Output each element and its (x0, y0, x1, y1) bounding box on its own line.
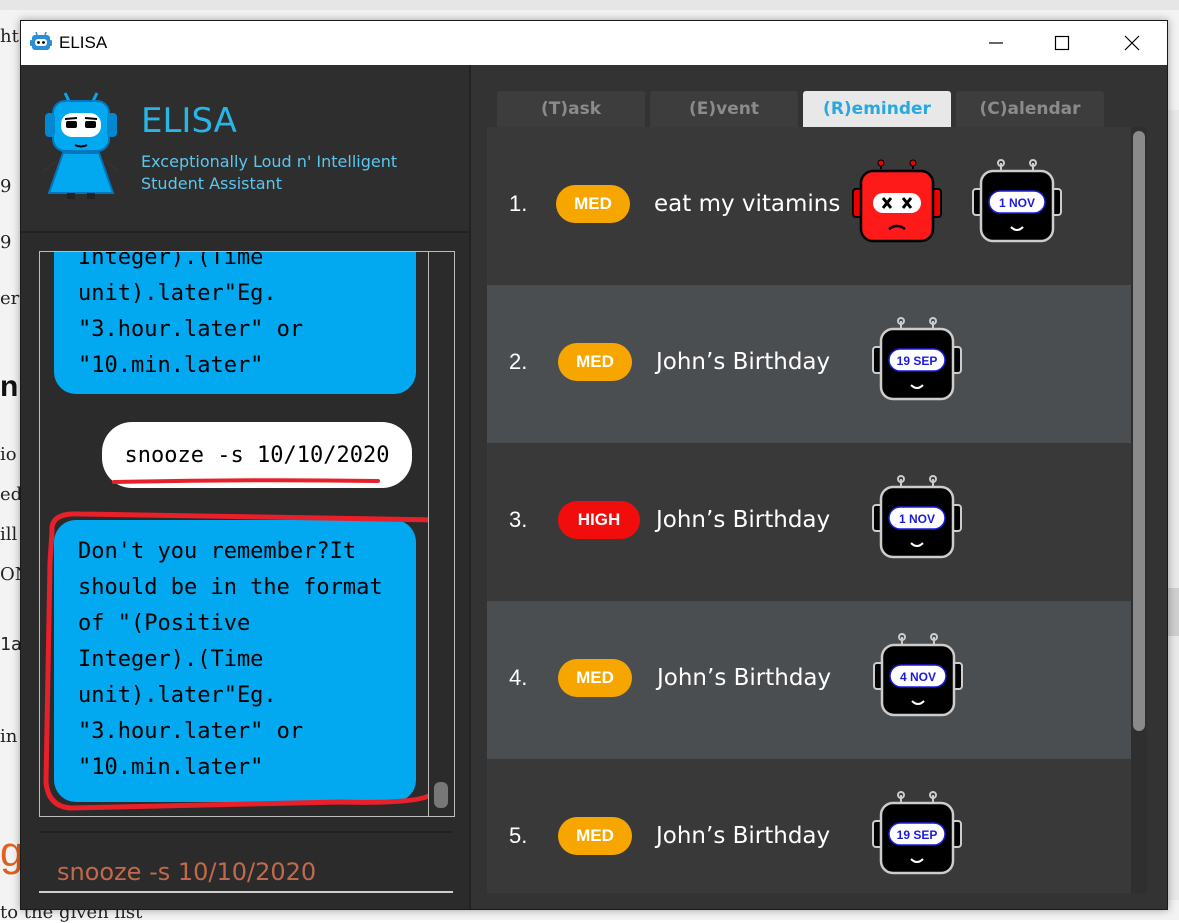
maximize-button[interactable] (1027, 21, 1097, 65)
background-text: er (0, 288, 20, 309)
minimize-button[interactable] (961, 21, 1031, 65)
item-description: John’s Birthday (656, 349, 831, 375)
item-description: John’s Birthday (656, 823, 831, 849)
background-text: ill (0, 524, 18, 545)
background-text: 9 (0, 176, 12, 197)
reminder-list[interactable]: 1. MED eat my vitamins 1 NOV 2. MED John… (487, 127, 1147, 893)
date-robot-icon: 4 NOV (873, 633, 963, 717)
list-item[interactable]: 1. MED eat my vitamins 1 NOV (487, 127, 1131, 285)
app-tagline: Exceptionally Loud n' Intelligent Studen… (141, 151, 397, 195)
item-index: 3. (509, 507, 528, 532)
tab-task[interactable]: (T)ask (497, 91, 645, 127)
item-index: 1. (509, 191, 528, 216)
divider (39, 831, 453, 833)
background-text: io (0, 444, 17, 465)
list-item[interactable]: 2. MED John’s Birthday 19 SEP (487, 285, 1131, 443)
robot-date-label: 1 NOV (999, 196, 1035, 210)
priority-badge: MED (558, 343, 632, 381)
chat-panel: ELISA Exceptionally Loud n' Intelligent … (21, 65, 471, 909)
background-tabstrip (0, 0, 1179, 10)
list-item[interactable]: 4. MED John’s Birthday 4 NOV (487, 601, 1131, 759)
background-text: in (0, 726, 18, 747)
chat-history[interactable]: Integer).(Time unit).later"Eg. "3.hour.l… (39, 251, 455, 817)
priority-badge: HIGH (558, 501, 640, 539)
date-robot-icon: 1 NOV (872, 475, 962, 559)
item-description: John’s Birthday (656, 507, 831, 533)
background-text: ed (0, 484, 20, 505)
tab-event[interactable]: (E)vent (650, 91, 798, 127)
priority-badge: MED (558, 817, 632, 855)
item-index: 2. (509, 349, 528, 374)
item-index: 4. (509, 665, 528, 690)
window-content: ELISA Exceptionally Loud n' Intelligent … (21, 65, 1167, 909)
robot-date-label: 19 SEP (897, 828, 938, 842)
priority-badge: MED (556, 185, 630, 223)
tab-calendar[interactable]: (C)alendar (956, 91, 1104, 127)
app-name: ELISA (141, 101, 237, 141)
list-panel: (T)ask (E)vent (R)eminder (C)alendar 1. … (471, 65, 1167, 909)
scrollbar-thumb[interactable] (1133, 131, 1145, 731)
window-title: ELISA (59, 33, 108, 52)
tagline-line: Exceptionally Loud n' Intelligent (141, 152, 398, 171)
annotation-highlight-box (43, 511, 445, 811)
title-bar[interactable]: ELISA (21, 21, 1167, 65)
tagline-line: Student Assistant (141, 174, 282, 193)
background-text: 1a (0, 634, 20, 655)
date-robot-icon: 19 SEP (872, 317, 962, 401)
robot-app-icon (30, 31, 52, 50)
robot-date-label: 19 SEP (897, 354, 938, 368)
date-robot-icon: 1 NOV (972, 159, 1062, 243)
minimize-icon (989, 42, 1003, 44)
item-description: eat my vitamins (654, 191, 841, 217)
robot-date-label: 1 NOV (899, 512, 935, 526)
scrollbar-thumb[interactable] (434, 782, 448, 808)
background-text: ht (0, 26, 19, 47)
user-message-text: snooze -s 10/10/2020 (124, 442, 390, 468)
list-item[interactable]: 3. HIGH John’s Birthday 1 NOV (487, 443, 1131, 601)
close-icon (1124, 35, 1140, 51)
priority-badge: MED (558, 659, 632, 697)
list-item[interactable]: 5. MED John’s Birthday 19 SEP (487, 759, 1131, 893)
tab-reminder[interactable]: (R)eminder (803, 91, 951, 127)
background-text: 9 (0, 232, 12, 253)
robot-mascot-icon (42, 92, 120, 199)
close-button[interactable] (1097, 21, 1167, 65)
command-input[interactable] (39, 853, 453, 893)
list-scrollbar[interactable] (1131, 127, 1147, 893)
maximize-icon (1054, 35, 1070, 51)
item-index: 5. (509, 823, 528, 848)
background-heading: n (0, 370, 19, 403)
robot-date-label: 4 NOV (900, 670, 936, 684)
chat-scrollbar[interactable] (428, 252, 453, 816)
elisa-window: ELISA ELISA Exceptionally Loud n' Intell… (20, 20, 1168, 910)
overdue-robot-icon (852, 159, 942, 243)
bot-message-bubble: Integer).(Time unit).later"Eg. "3.hour.l… (54, 252, 416, 394)
annotation-underline (112, 478, 380, 484)
item-description: John’s Birthday (657, 665, 832, 691)
background-text: ON (0, 564, 20, 585)
date-robot-icon: 19 SEP (872, 791, 962, 875)
app-header: ELISA Exceptionally Loud n' Intelligent … (21, 65, 469, 233)
